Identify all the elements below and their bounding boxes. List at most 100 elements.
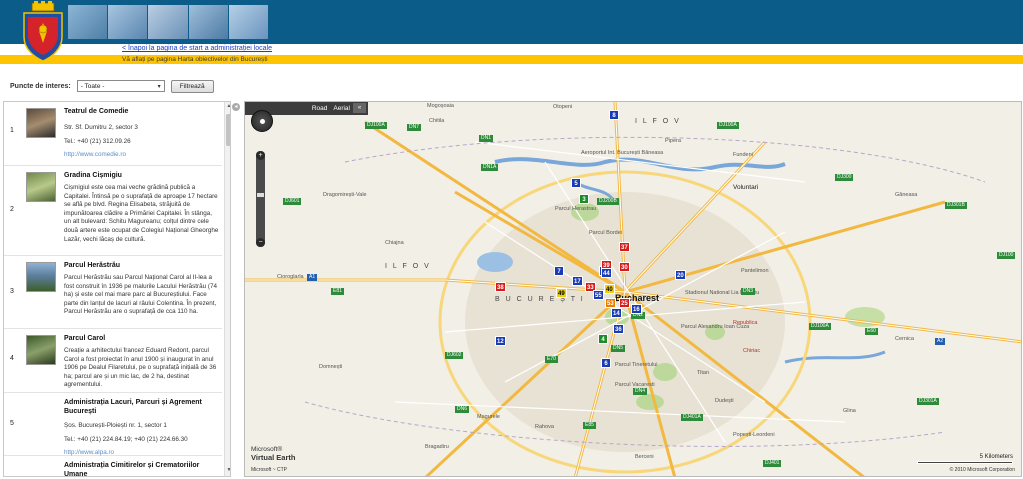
place-label: Mogoșoaia [427,103,454,109]
map-roads-layer [245,102,1021,476]
road-shield: E70 [545,356,558,363]
map-scale: 5 Kilometers [917,454,1013,464]
map-marker[interactable]: 25 [619,298,630,308]
filter-button[interactable]: Filtrează [170,79,214,93]
item-number: 5 [10,420,14,427]
road-shield: DN4 [633,388,648,395]
coat-of-arms-logo[interactable] [18,1,68,63]
map-marker[interactable]: 8 [609,110,619,120]
road-shield: DJ601 [283,198,302,205]
list-item[interactable]: 5 Administrația Lacuri, Parcuri și Agrem… [4,393,222,456]
item-website-link[interactable]: http://www.comedie.ro [64,151,220,158]
zoom-in-icon[interactable]: + [256,151,265,160]
breadcrumb-bar: Vă aflați pe pagina Harta obiectivelor d… [0,55,1023,64]
map-marker[interactable]: 55 [593,290,604,300]
list-item[interactable]: 2 Gradina Cișmigiu Cișmigiul este cea ma… [4,166,222,256]
virtual-earth-logo: Microsoft® Virtual Earth [251,446,295,462]
place-label: Magurele [477,414,500,420]
map-marker[interactable]: 20 [675,270,686,280]
aerial-view-button[interactable]: Aerial [333,105,350,112]
item-thumbnail[interactable] [26,262,56,292]
photo-1 [68,5,109,39]
item-title[interactable]: Gradina Cișmigiu [64,171,220,180]
road-shield: DJ301B [945,202,967,209]
list-item[interactable]: Administrația Cimitirelor și Crematoriil… [4,456,222,476]
item-description: Cișmigiul este cea mai veche grădină pub… [64,184,219,243]
scroll-down-icon[interactable]: ▼ [226,467,230,475]
place-label: Bragadiru [425,444,449,450]
item-title[interactable]: Administrația Cimitirelor și Crematoriil… [64,461,220,476]
chevron-down-icon: ▾ [157,84,161,90]
photo-5 [228,5,269,39]
map-marker[interactable]: 7 [554,266,564,276]
map-marker[interactable]: 12 [495,336,506,346]
item-thumbnail[interactable] [26,335,56,365]
item-title[interactable]: Parcul Herăstrău [64,261,220,270]
place-label: Aeroportul Int. București Băneasa [581,150,664,156]
item-thumbnail[interactable] [26,172,56,202]
map-marker[interactable]: 5 [571,178,581,188]
list-item[interactable]: 4 Parcul Carol Creație a arhitectului fr… [4,329,222,393]
map-marker[interactable]: 30 [619,262,630,272]
item-thumbnail[interactable] [26,108,56,138]
map-marker[interactable]: 53 [605,298,616,308]
map-marker[interactable]: 37 [619,242,630,252]
place-label: Fundeni [733,152,753,158]
compass-icon[interactable] [251,110,273,132]
item-number: 1 [10,127,14,134]
item-title[interactable]: Teatrul de Comedie [64,107,220,116]
item-phone: Tel.: +40 (21) 312.09.26 [64,138,131,145]
list-item[interactable]: 1 Teatrul de Comedie Str. Sf. Dumitru 2,… [4,102,222,166]
map-marker[interactable]: 44 [601,268,612,278]
item-description: Creație a arhitectului francez Eduard Re… [64,347,217,389]
road-shield: DJ200B [597,198,619,205]
zoom-out-icon[interactable]: − [256,238,265,247]
road-shield: DN6 [455,406,470,413]
item-title[interactable]: Parcul Carol [64,334,220,343]
zoom-slider[interactable]: + − [256,151,265,247]
place-label: Otopeni [553,104,573,110]
place-label: Chiajna [385,240,404,246]
road-shield: DN5 [611,345,626,352]
list-item[interactable]: 3 Parcul Herăstrău Parcul Herăstrău sau … [4,256,222,329]
road-shield: DJ100 [997,252,1016,259]
map[interactable]: I L F O V I L F O V B U C U R E Ș T I Bu… [244,101,1022,477]
map-marker[interactable]: 36 [613,324,624,334]
map-marker[interactable]: 14 [611,308,622,318]
place-label: Parcul Alexandru Ioan Cuza [681,324,750,330]
scale-bar [917,461,1013,464]
place-label: Rahova [535,424,554,430]
road-shield: DN1 [479,135,494,142]
list-scrollbar[interactable]: ▲ ▼ [224,102,230,476]
current-page-text: Vă aflați pe pagina Harta obiectivelor d… [122,56,268,63]
road-view-button[interactable]: Road [312,105,328,112]
poi-filter-label: Puncte de interes: [10,82,71,90]
place-label: Popești-Leordeni [733,432,775,438]
poi-list[interactable]: 1 Teatrul de Comedie Str. Sf. Dumitru 2,… [3,101,231,477]
header-photo-strip [68,5,269,39]
back-to-start-link[interactable]: < Înapoi la pagina de start a administra… [122,45,272,52]
brand-name: Virtual Earth [251,453,296,462]
map-marker[interactable]: 6 [601,358,611,368]
place-label: Parcul Herastrau [555,206,597,212]
item-title[interactable]: Administrația Lacuri, Parcuri și Agremen… [64,398,220,416]
map-marker[interactable]: 49 [556,288,567,298]
map-marker[interactable]: 16 [631,304,642,314]
brand-prefix: Microsoft® [251,446,283,453]
collapse-panel-button[interactable]: ◂ [232,103,240,111]
place-label: B U C U R E Ș T I [495,296,585,303]
road-shield: DJ300 [835,174,854,181]
poi-select[interactable]: - Toate - ▾ [76,80,165,92]
scroll-thumb[interactable] [226,114,230,146]
map-marker[interactable]: 40 [604,284,615,294]
map-marker[interactable]: 38 [495,282,506,292]
place-label: Chiriac [743,348,761,354]
collapse-toolbar-button[interactable]: « [353,103,366,113]
map-marker[interactable]: 17 [572,276,583,286]
item-website-link[interactable]: http://www.alpa.ro [64,449,220,456]
map-marker[interactable]: 4 [598,334,608,344]
header-banner [0,0,1023,44]
map-marker[interactable]: 3 [579,194,589,204]
zoom-knob[interactable] [257,193,264,197]
scroll-up-icon[interactable]: ▲ [226,103,230,111]
